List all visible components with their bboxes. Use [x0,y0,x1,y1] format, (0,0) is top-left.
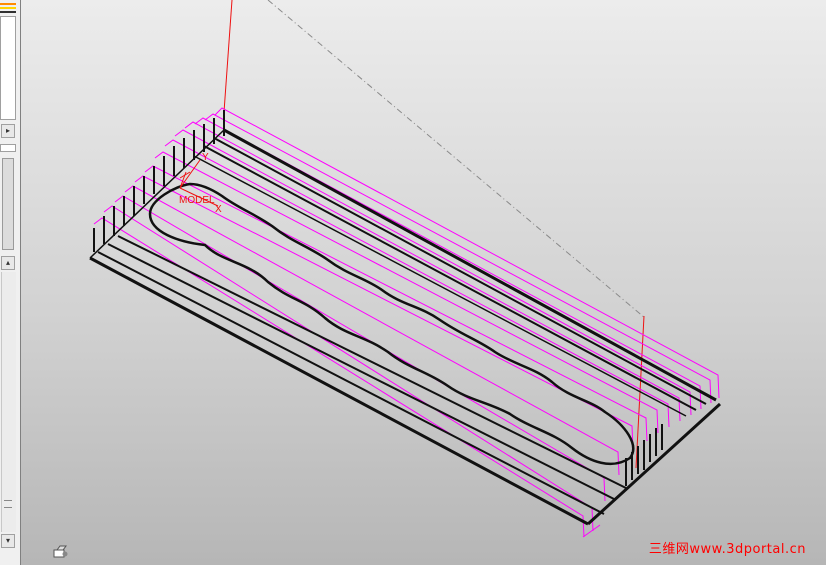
scroll-up-button[interactable]: ▴ [1,256,15,270]
toolbar-stripe-yellow [0,7,16,9]
splitter-thumb[interactable] [2,158,14,250]
graphics-viewport[interactable]: Y MODEL X 三维网www.3dportal.cn [21,0,826,565]
rapid-move-line [267,0,646,319]
scroll-grip-icon [4,500,12,508]
watermark-text: 三维网www.3dportal.cn [648,542,806,557]
left-panel: ▸ ▴ ▾ [0,0,21,565]
toolbar-stripe-orange [0,3,16,5]
scroll-down-button[interactable]: ▾ [1,534,15,548]
lower-pane-top [0,144,16,152]
axis-label-y: Y [202,152,209,163]
vertical-scrollbar-track[interactable] [1,272,16,532]
wavy-pocket-boundary [148,182,635,466]
scroll-right-button[interactable]: ▸ [1,124,15,138]
plunge-marks-right [625,424,663,486]
axis-label-x: X [215,204,222,215]
axis-label-model: MODEL [179,195,215,206]
view-icon[interactable] [53,545,69,559]
tool-axis-left [223,0,233,113]
upper-pane [0,16,16,120]
toolbar-stripe-dark [0,11,16,13]
model-canvas[interactable]: Y MODEL X [21,0,826,565]
